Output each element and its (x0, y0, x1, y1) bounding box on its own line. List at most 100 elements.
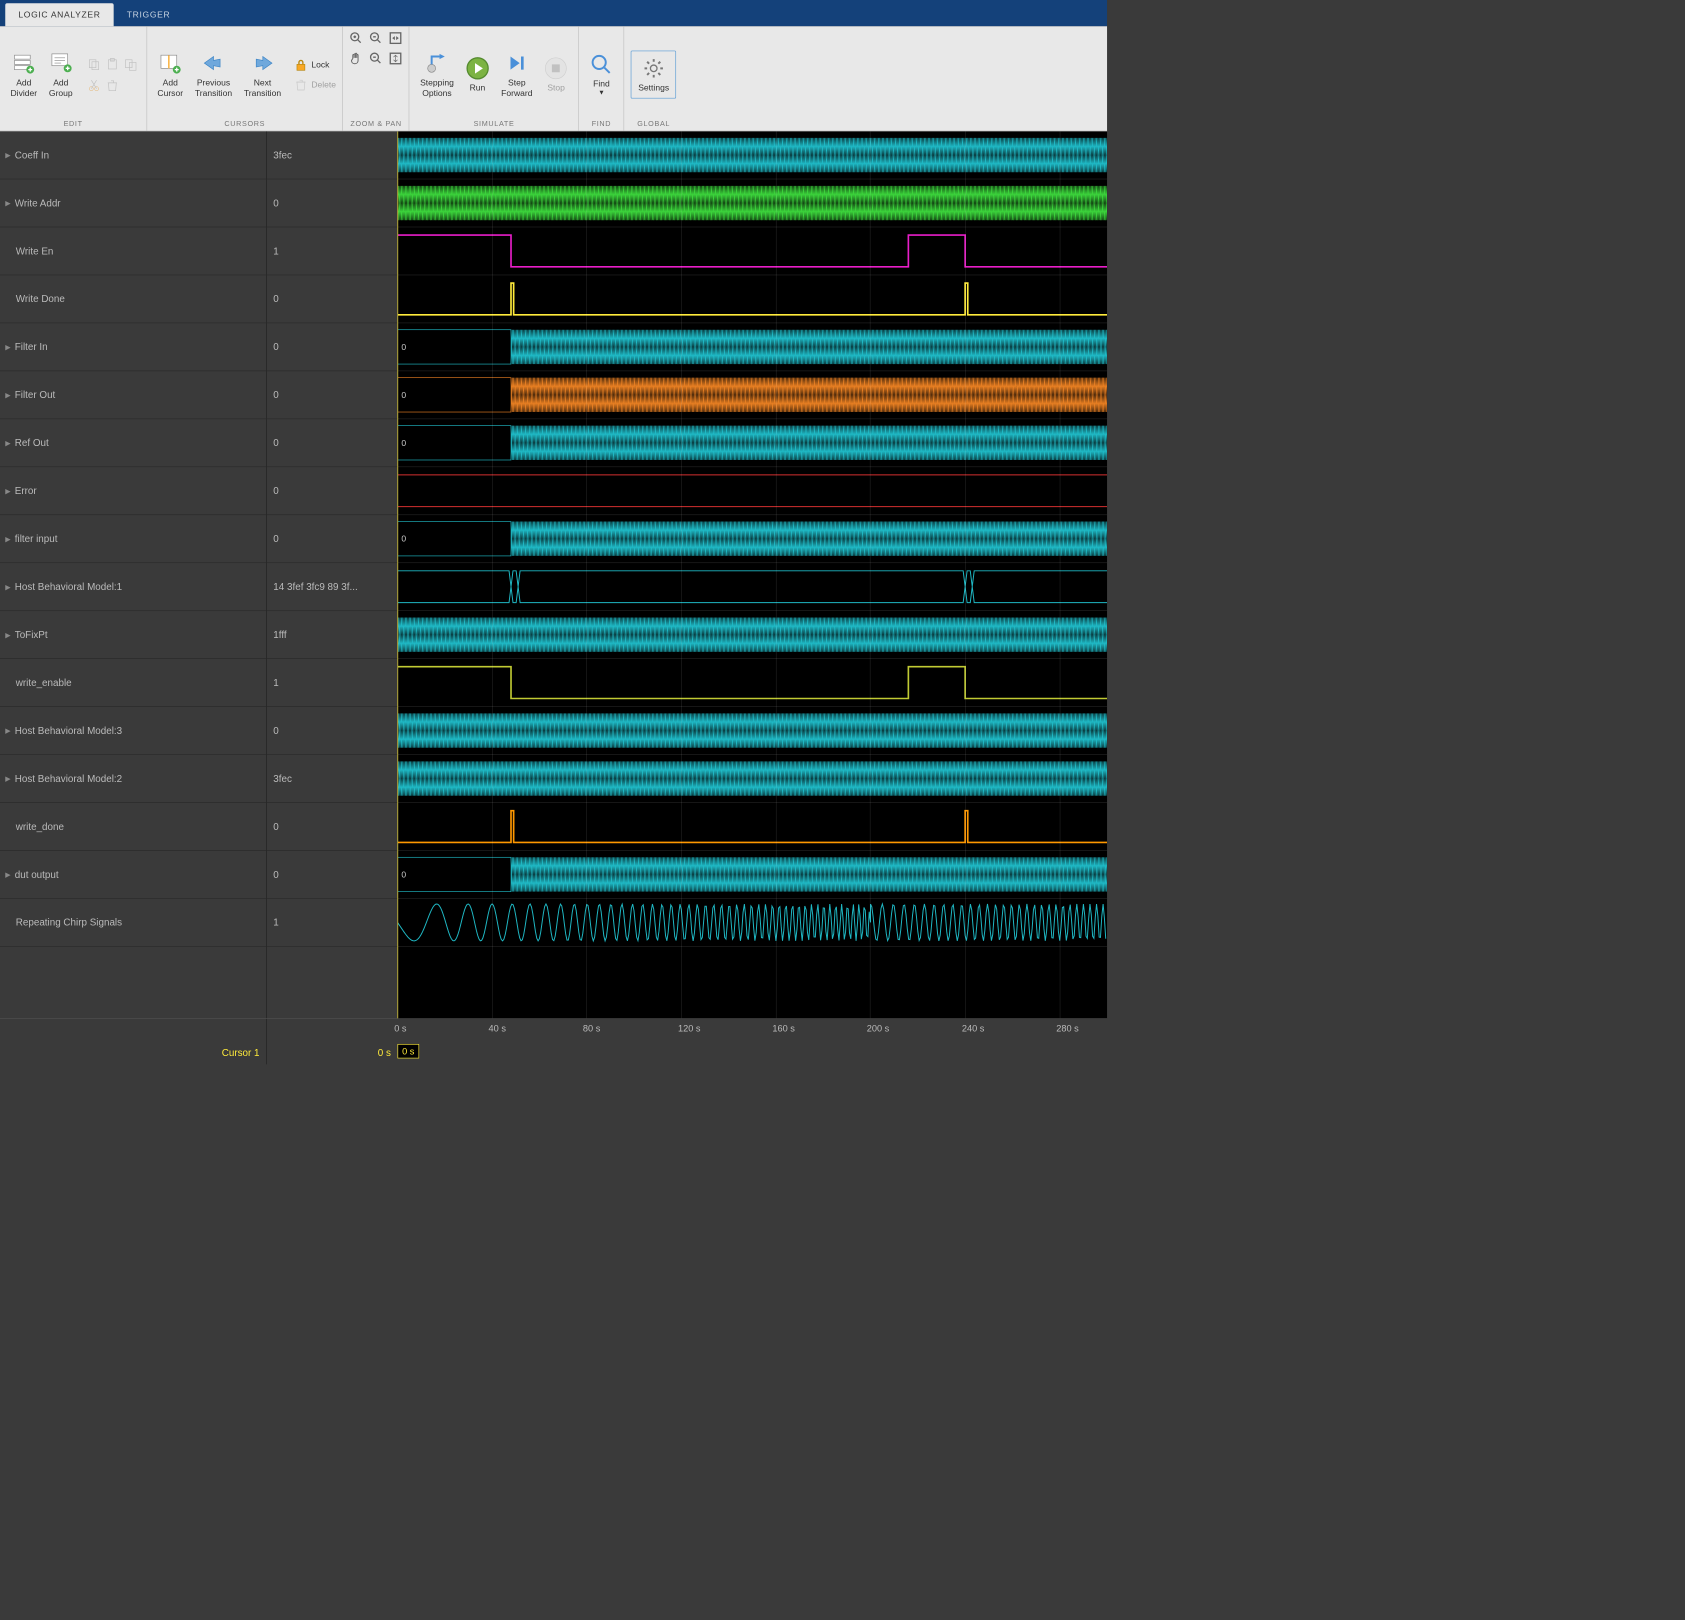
waveform-row[interactable] (397, 227, 1107, 275)
signal-name-row[interactable]: ▶Filter In (0, 323, 266, 371)
find-button[interactable]: Find ▼ (586, 50, 618, 99)
add-group-button[interactable]: Add Group (45, 49, 77, 101)
add-group-label: Add Group (49, 77, 73, 97)
waveform-row[interactable]: 0 (397, 419, 1107, 467)
time-axis[interactable]: 0 s40 s80 s120 s160 s200 s240 s280 s 0 s (397, 1019, 1107, 1064)
signal-name-row[interactable]: ▶Host Behavioral Model:1 (0, 563, 266, 611)
signal-name-row[interactable]: ▶ Error (0, 467, 266, 515)
expand-icon[interactable]: ▶ (5, 151, 11, 160)
expand-icon[interactable]: ▶ (5, 439, 11, 448)
signal-value-row: 0 (267, 419, 398, 467)
expand-icon[interactable]: ▶ (5, 199, 11, 208)
time-tick: 160 s (772, 1023, 795, 1034)
find-label: Find (593, 79, 610, 89)
signal-name-row[interactable]: ▶Host Behavioral Model:3 (0, 707, 266, 755)
signal-value: 3fec (273, 773, 292, 784)
waveform-row[interactable] (397, 275, 1107, 323)
signal-value-row: 3fec (267, 755, 398, 803)
settings-button[interactable]: Settings (631, 50, 676, 98)
divider-icon (12, 51, 36, 75)
run-button[interactable]: Run (462, 54, 494, 96)
zoom-in-button[interactable] (350, 32, 363, 47)
expand-icon[interactable]: ▶ (5, 870, 11, 879)
waveform-row[interactable] (397, 563, 1107, 611)
expand-icon[interactable]: ▶ (5, 487, 11, 496)
signal-name-row[interactable]: ▶ToFixPt (0, 611, 266, 659)
signal-values-column: 3fec0100000014 3fef 3fc9 89 3f...1fff103… (266, 131, 397, 1018)
copy-icon[interactable] (84, 55, 102, 73)
expand-icon[interactable]: ▶ (5, 534, 11, 543)
waveform-row[interactable] (397, 611, 1107, 659)
signal-value: 1 (273, 245, 278, 256)
next-transition-button[interactable]: Next Transition (240, 49, 285, 101)
zoom-group-label: ZOOM & PAN (350, 118, 401, 129)
signal-names-column: ▶Coeff In▶Write AddrWrite EnWrite Done▶F… (0, 131, 266, 1018)
signal-name-row[interactable]: ▶ Ref Out (0, 419, 266, 467)
time-tick: 0 s (394, 1023, 406, 1034)
step-forward-button[interactable]: Step Forward (497, 49, 536, 101)
signal-name-row[interactable]: ▶Coeff In (0, 131, 266, 179)
global-group-label: GLOBAL (637, 118, 670, 129)
paste2-icon[interactable] (121, 55, 139, 73)
stop-button[interactable]: Stop (540, 54, 572, 96)
signal-name: Error (15, 485, 37, 496)
signal-name: write_done (16, 821, 64, 832)
waveform-row[interactable] (397, 803, 1107, 851)
edit-group-label: EDIT (64, 118, 83, 129)
delete-icon[interactable] (103, 76, 121, 94)
expand-icon[interactable]: ▶ (5, 774, 11, 783)
tab-logic-analyzer[interactable]: LOGIC ANALYZER (5, 3, 113, 26)
waveform-row[interactable] (397, 131, 1107, 179)
previous-transition-button[interactable]: Previous Transition (191, 49, 236, 101)
waveform-row[interactable] (397, 707, 1107, 755)
time-tick: 200 s (867, 1023, 890, 1034)
expand-icon[interactable]: ▶ (5, 630, 11, 639)
waveform-row[interactable] (397, 755, 1107, 803)
pan-button[interactable] (350, 52, 363, 67)
signal-value: 1 (273, 677, 278, 688)
tab-trigger[interactable]: TRIGGER (114, 3, 184, 26)
zoom-out-button[interactable] (370, 52, 383, 67)
zoom-to-cursor-button[interactable] (389, 52, 402, 67)
lock-label: Lock (311, 60, 329, 70)
expand-icon[interactable]: ▶ (5, 391, 11, 400)
paste-icon[interactable] (103, 55, 121, 73)
waveform-row[interactable] (397, 179, 1107, 227)
cursor-value-name: 0 s (378, 1047, 391, 1058)
cursor-marker[interactable]: 0 s (397, 1044, 418, 1058)
wave-lead-label: 0 (401, 342, 406, 352)
lock-button[interactable]: Lock (294, 57, 336, 73)
waveform-row[interactable]: 0 (397, 851, 1107, 899)
add-cursor-button[interactable]: Add Cursor (153, 49, 187, 101)
signal-name-row[interactable]: ▶Write Addr (0, 179, 266, 227)
waveform-row[interactable]: 0 (397, 371, 1107, 419)
stepping-options-button[interactable]: Stepping Options (416, 49, 458, 101)
signal-name-row[interactable]: ▶ dut output (0, 851, 266, 899)
signal-name: dut output (15, 869, 59, 880)
waveform-column[interactable]: 00000 (397, 131, 1107, 1018)
expand-icon[interactable]: ▶ (5, 582, 11, 591)
waveform-row[interactable] (397, 659, 1107, 707)
signal-name-row[interactable]: write_enable (0, 659, 266, 707)
signal-name-row[interactable]: write_done (0, 803, 266, 851)
add-divider-button[interactable]: Add Divider (7, 49, 41, 101)
signal-name-row[interactable]: ▶filter input (0, 515, 266, 563)
signal-name-row[interactable]: Write Done (0, 275, 266, 323)
fit-to-view-button[interactable] (389, 32, 402, 47)
signal-value-row: 0 (267, 803, 398, 851)
expand-icon[interactable]: ▶ (5, 726, 11, 735)
delete-cursor-button[interactable]: Delete (294, 77, 336, 93)
zoom-in-time-button[interactable] (370, 32, 383, 47)
waveform-row[interactable] (397, 899, 1107, 947)
waveform-row[interactable]: 0 (397, 323, 1107, 371)
cut-icon[interactable] (84, 76, 102, 94)
signal-name-row[interactable]: Write En (0, 227, 266, 275)
expand-icon[interactable]: ▶ (5, 343, 11, 352)
signal-name-row[interactable]: ▶Filter Out (0, 371, 266, 419)
waveform-row[interactable] (397, 467, 1107, 515)
signal-name-row[interactable]: ▶Host Behavioral Model:2 (0, 755, 266, 803)
signal-value: 0 (273, 197, 278, 208)
signal-name: Ref Out (15, 437, 49, 448)
waveform-row[interactable]: 0 (397, 515, 1107, 563)
signal-name-row[interactable]: Repeating Chirp Signals (0, 899, 266, 947)
